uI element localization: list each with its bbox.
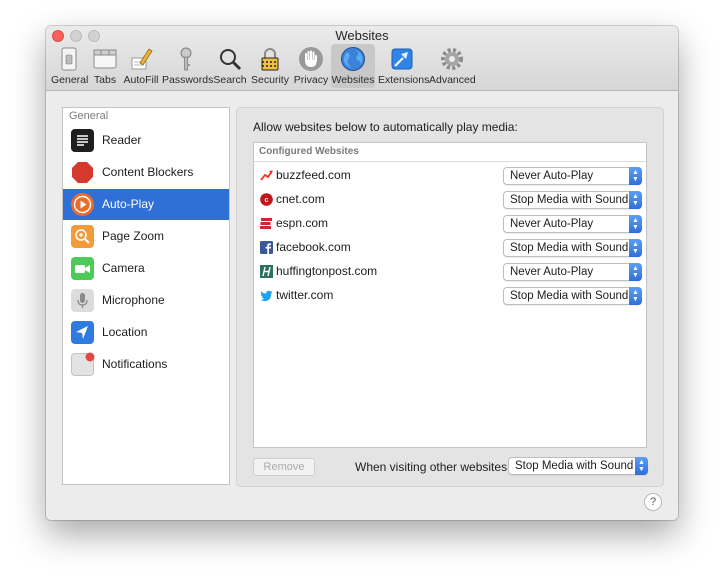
twitter-icon xyxy=(260,290,273,302)
toolbar-tabs[interactable]: Tabs xyxy=(91,44,119,88)
table-row[interactable]: c cnet.com Stop Media with Sound ▲ ▼ xyxy=(254,188,646,211)
facebook-icon xyxy=(260,241,273,254)
stop-sign-icon xyxy=(71,161,94,184)
magnifier-icon xyxy=(220,49,242,71)
toolbar-search[interactable]: Search xyxy=(213,44,247,88)
chevron-up-down-icon: ▲ ▼ xyxy=(629,167,642,185)
chevron-up-down-icon: ▲ ▼ xyxy=(635,457,648,475)
sidebar-item-page-zoom[interactable]: Page Zoom xyxy=(63,221,229,252)
globe-icon xyxy=(341,47,365,71)
espn-icon xyxy=(260,218,272,229)
sidebar-item-reader[interactable]: Reader xyxy=(63,125,229,156)
svg-text:c: c xyxy=(265,197,269,204)
window-title: Websites xyxy=(335,28,389,43)
table-row[interactable]: huffingtonpost.com Never Auto-Play ▲ ▼ xyxy=(254,260,646,283)
remove-button[interactable]: Remove xyxy=(253,458,315,476)
preferences-window: Websites General Tabs AutoFill Passwords… xyxy=(46,26,678,520)
location-arrow-icon xyxy=(71,321,94,344)
auto-play-setting-select[interactable]: Never Auto-Play ▲ ▼ xyxy=(503,167,642,185)
chevron-up-down-icon: ▲ ▼ xyxy=(629,239,642,257)
chevron-up-down-icon: ▲ ▼ xyxy=(629,191,642,209)
table-row[interactable]: facebook.com Stop Media with Sound ▲ ▼ xyxy=(254,236,646,259)
sidebar-header: General xyxy=(69,110,109,122)
auto-play-setting-select[interactable]: Never Auto-Play ▲ ▼ xyxy=(503,215,642,233)
camera-icon xyxy=(71,257,94,280)
huffingtonpost-icon xyxy=(260,265,273,278)
general-switch-icon xyxy=(61,47,77,71)
sidebar-item-content-blockers[interactable]: Content Blockers xyxy=(63,157,229,188)
auto-play-setting-select[interactable]: Stop Media with Sound ▲ ▼ xyxy=(503,287,642,305)
chevron-up-down-icon: ▲ ▼ xyxy=(629,215,642,233)
table-row[interactable]: buzzfeed.com Never Auto-Play ▲ ▼ xyxy=(254,164,646,187)
table-header-label: Configured Websites xyxy=(259,146,359,157)
tabs-icon xyxy=(93,49,117,69)
auto-play-setting-select[interactable]: Stop Media with Sound ▲ ▼ xyxy=(503,191,642,209)
titlebar: Websites General Tabs AutoFill Passwords… xyxy=(46,26,678,91)
toolbar-privacy[interactable]: Privacy xyxy=(292,44,330,88)
auto-play-setting-select[interactable]: Never Auto-Play ▲ ▼ xyxy=(503,263,642,281)
auto-play-instruction: Allow websites below to automatically pl… xyxy=(253,120,518,134)
toolbar-websites[interactable]: Websites xyxy=(331,44,375,88)
other-websites-select[interactable]: Stop Media with Sound ▲ ▼ xyxy=(508,457,648,475)
toolbar-general[interactable]: General xyxy=(51,44,88,88)
key-icon xyxy=(180,47,192,71)
other-websites-label: When visiting other websites: xyxy=(355,460,511,474)
padlock-icon xyxy=(261,48,279,71)
notifications-icon xyxy=(71,352,95,376)
configured-websites-table: Configured Websites buzzfeed.com Never A… xyxy=(253,142,647,448)
table-header: Configured Websites xyxy=(254,143,646,162)
buzzfeed-icon xyxy=(260,170,273,181)
sidebar-item-camera[interactable]: Camera xyxy=(63,253,229,284)
hand-icon xyxy=(299,47,323,71)
sidebar-item-microphone[interactable]: Microphone xyxy=(63,285,229,316)
toolbar-extensions[interactable]: Extensions xyxy=(378,44,429,88)
help-button[interactable]: ? xyxy=(644,493,662,511)
play-icon xyxy=(71,193,94,216)
chevron-up-down-icon: ▲ ▼ xyxy=(629,287,642,305)
sidebar-item-location[interactable]: Location xyxy=(63,317,229,348)
extensions-icon xyxy=(391,48,413,70)
microphone-icon xyxy=(71,289,94,312)
toolbar-passwords[interactable]: Passwords xyxy=(162,44,213,88)
toolbar-security[interactable]: Security xyxy=(250,44,290,88)
chevron-up-down-icon: ▲ ▼ xyxy=(629,263,642,281)
sidebar: General Reader Content Blockers Auto-Pla… xyxy=(62,107,230,485)
toolbar-advanced[interactable]: Advanced xyxy=(429,44,476,88)
content-area: General Reader Content Blockers Auto-Pla… xyxy=(46,91,678,520)
reader-icon xyxy=(71,129,94,152)
gear-icon xyxy=(441,48,463,70)
sidebar-item-auto-play[interactable]: Auto-Play xyxy=(63,189,229,220)
auto-play-setting-select[interactable]: Stop Media with Sound ▲ ▼ xyxy=(503,239,642,257)
cnet-icon: c xyxy=(260,193,273,206)
zoom-icon xyxy=(71,225,94,248)
sidebar-item-notifications[interactable]: Notifications xyxy=(63,349,229,380)
table-row[interactable]: espn.com Never Auto-Play ▲ ▼ xyxy=(254,212,646,235)
toolbar-autofill[interactable]: AutoFill xyxy=(123,44,159,88)
auto-play-pane: Allow websites below to automatically pl… xyxy=(236,107,664,487)
table-row[interactable]: twitter.com Stop Media with Sound ▲ ▼ xyxy=(254,284,646,307)
autofill-pencil-icon xyxy=(131,48,153,70)
